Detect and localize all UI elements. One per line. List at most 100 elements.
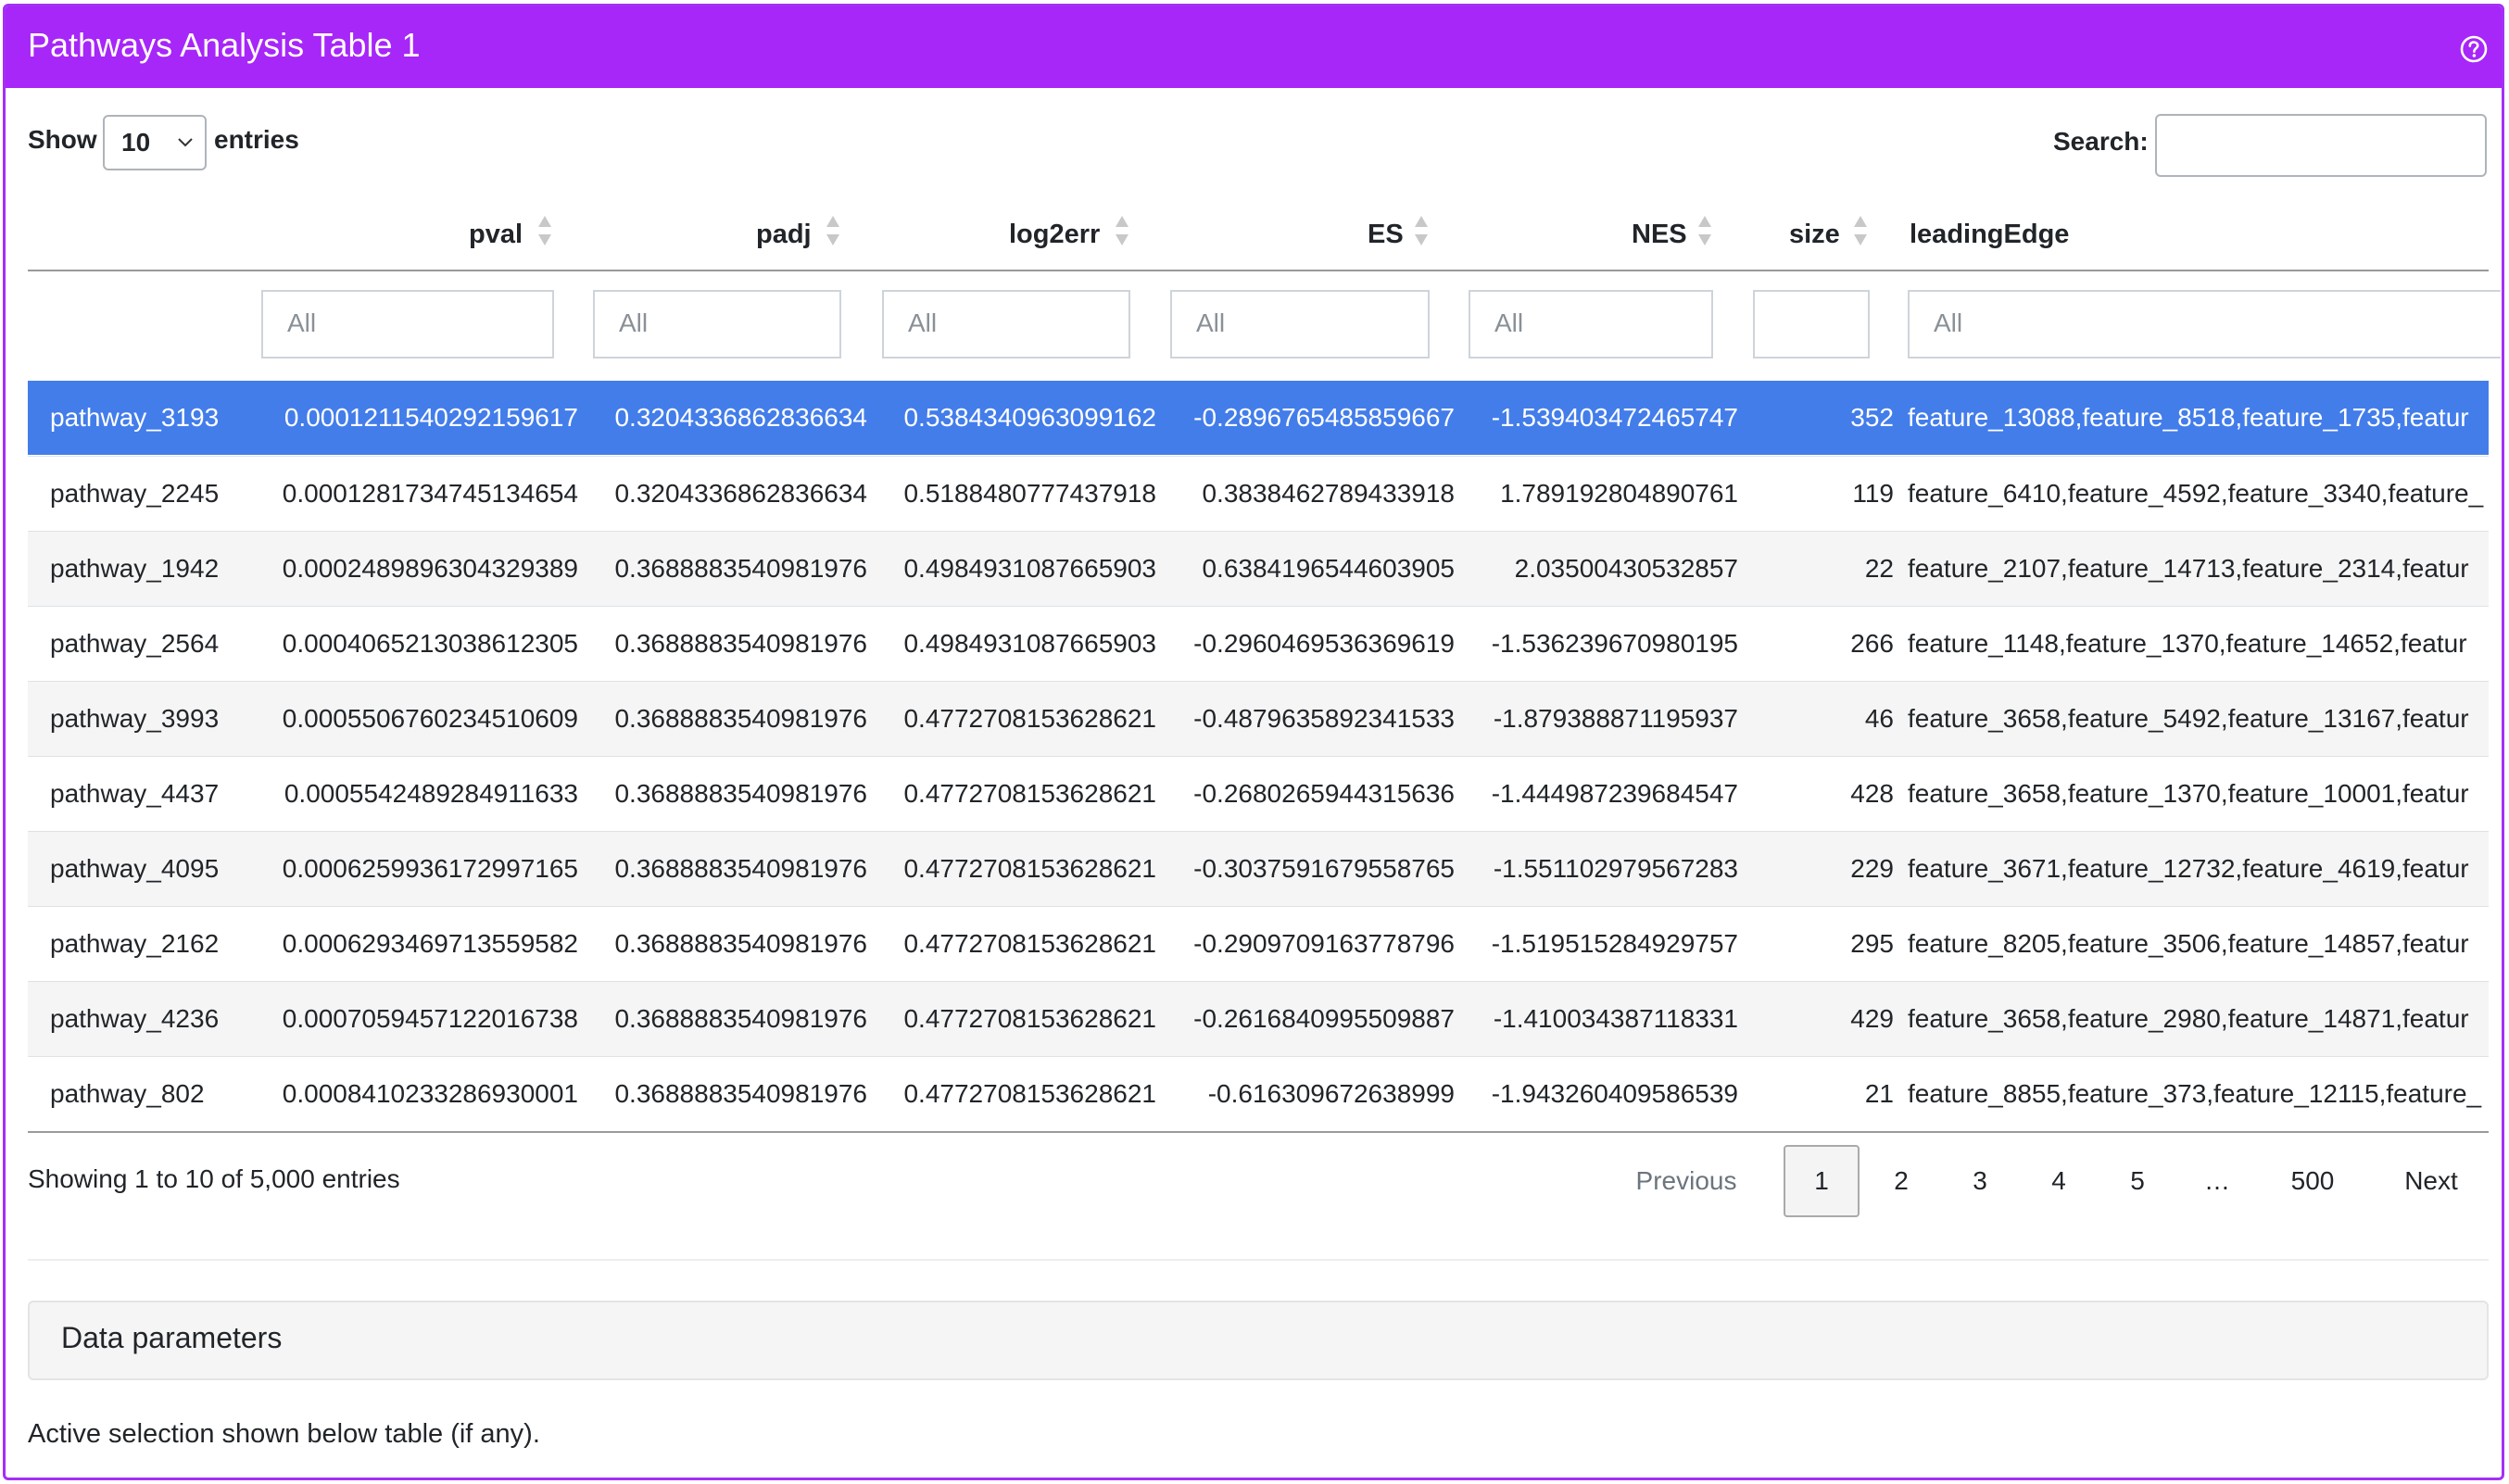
pathway-cell: pathway_3993 [50, 704, 220, 733]
pathway-cell: pathway_4095 [50, 854, 220, 883]
page-button-1[interactable]: 1 [1784, 1145, 1860, 1217]
sort-icon[interactable] [1696, 212, 1713, 249]
filter-size[interactable] [1753, 290, 1870, 358]
table-row[interactable]: pathway_2245 0.0001281734745134654 0.320… [28, 456, 2489, 531]
es-cell: -0.616309672638999 [1207, 1079, 1455, 1108]
table-row[interactable]: pathway_2564 0.0004065213038612305 0.368… [28, 606, 2489, 681]
column-header-log2err[interactable]: log2err [1009, 212, 1100, 257]
pathway-cell: pathway_1942 [50, 554, 220, 583]
next-page-button[interactable]: Next [2385, 1145, 2477, 1217]
filter-padj[interactable]: All [593, 290, 841, 358]
section-divider [28, 1259, 2489, 1261]
pathway-cell: pathway_2162 [50, 929, 220, 958]
es-cell: -0.4879635892341533 [1193, 704, 1455, 733]
es-cell: -0.2616840995509887 [1193, 1004, 1455, 1033]
previous-page-button[interactable]: Previous [1621, 1145, 1751, 1217]
log2err-cell: 0.4772708153628621 [903, 1079, 1156, 1108]
table-row[interactable]: pathway_4095 0.0006259936172997165 0.368… [28, 831, 2489, 906]
table-row[interactable]: pathway_2162 0.0006293469713559582 0.368… [28, 906, 2489, 981]
es-cell: -0.2680265944315636 [1193, 779, 1455, 808]
page-length-value: 10 [121, 128, 151, 157]
leadingedge-cell: feature_1148,feature_1370,feature_14652,… [1908, 629, 2467, 658]
data-parameters-accordion[interactable]: Data parameters [28, 1301, 2489, 1380]
filter-log2err[interactable]: All [882, 290, 1130, 358]
header-divider [28, 270, 2489, 271]
es-cell: 0.3838462789433918 [1202, 479, 1455, 508]
filter-placeholder: All [1494, 308, 1524, 337]
filter-nes[interactable]: All [1469, 290, 1713, 358]
leadingedge-cell: feature_8205,feature_3506,feature_14857,… [1908, 929, 2469, 958]
size-cell: 428 [1850, 779, 1894, 808]
page-button-500[interactable]: 500 [2266, 1145, 2359, 1217]
nes-cell: 1.789192804890761 [1500, 479, 1738, 508]
size-cell: 295 [1850, 929, 1894, 958]
search-input[interactable] [2155, 114, 2487, 177]
table-row[interactable]: pathway_4437 0.0005542489284911633 0.368… [28, 756, 2489, 831]
pval-cell: 0.0001281734745134654 [282, 479, 578, 508]
size-cell: 266 [1850, 629, 1894, 658]
filter-placeholder: All [1196, 308, 1226, 337]
nes-cell: -1.536239670980195 [1491, 629, 1738, 658]
column-label: ES [1368, 220, 1404, 249]
table-row[interactable]: pathway_802 0.0008410233286930001 0.3688… [28, 1056, 2489, 1131]
pathway-cell: pathway_4437 [50, 779, 220, 808]
es-cell: 0.6384196544603905 [1202, 554, 1455, 583]
selection-note: Active selection shown below table (if a… [28, 1419, 540, 1449]
entries-label: entries [214, 125, 299, 154]
size-cell: 229 [1850, 854, 1894, 883]
size-cell: 21 [1864, 1079, 1894, 1108]
table-row[interactable]: pathway_3993 0.0005506760234510609 0.368… [28, 681, 2489, 756]
column-label: size [1789, 220, 1840, 249]
pval-cell: 0.0006293469713559582 [282, 929, 578, 958]
padj-cell: 0.3688883540981976 [614, 1079, 867, 1108]
padj-cell: 0.3688883540981976 [614, 1004, 867, 1033]
leadingedge-cell: feature_3671,feature_12732,feature_4619,… [1908, 854, 2469, 883]
es-cell: -0.2896765485859667 [1193, 403, 1455, 432]
leadingedge-cell: feature_3658,feature_2980,feature_14871,… [1908, 1004, 2469, 1033]
nes-cell: -1.410034387118331 [1493, 1004, 1738, 1033]
page-button-4[interactable]: 4 [2021, 1145, 2097, 1217]
size-cell: 429 [1850, 1004, 1894, 1033]
column-header-pval[interactable]: pval [469, 212, 523, 257]
table-row[interactable]: pathway_1942 0.0002489896304329389 0.368… [28, 531, 2489, 606]
padj-cell: 0.3688883540981976 [614, 554, 867, 583]
page-length-select[interactable]: 10 [103, 115, 207, 170]
filter-es[interactable]: All [1170, 290, 1430, 358]
filter-pval[interactable]: All [261, 290, 554, 358]
pathway-cell: pathway_3193 [50, 403, 220, 432]
pagination-ellipsis: … [2204, 1166, 2230, 1195]
pathway-cell: pathway_4236 [50, 1004, 220, 1033]
page-button-5[interactable]: 5 [2099, 1145, 2175, 1217]
column-label: padj [756, 220, 812, 249]
padj-cell: 0.3688883540981976 [614, 779, 867, 808]
sort-icon[interactable] [825, 212, 841, 249]
padj-cell: 0.3688883540981976 [614, 629, 867, 658]
page-button-2[interactable]: 2 [1863, 1145, 1939, 1217]
question-circle-icon[interactable] [2459, 34, 2489, 64]
column-header-padj[interactable]: padj [756, 212, 812, 257]
sort-icon[interactable] [536, 212, 553, 249]
filter-placeholder: All [1934, 308, 1963, 337]
sort-icon[interactable] [1413, 212, 1430, 249]
padj-cell: 0.3688883540981976 [614, 929, 867, 958]
filter-placeholder: All [908, 308, 938, 337]
column-header-nes[interactable]: NES [1632, 212, 1687, 257]
table-row[interactable]: pathway_3193 0.0001211540292159617 0.320… [28, 381, 2489, 455]
filter-leadingedge[interactable]: All [1908, 290, 2501, 358]
log2err-cell: 0.4984931087665903 [903, 629, 1156, 658]
table-bottom-rule [28, 1131, 2489, 1133]
table-row[interactable]: pathway_4236 0.0007059457122016738 0.368… [28, 981, 2489, 1056]
log2err-cell: 0.4772708153628621 [903, 779, 1156, 808]
pval-cell: 0.0007059457122016738 [282, 1004, 578, 1033]
log2err-cell: 0.4772708153628621 [903, 854, 1156, 883]
column-header-es[interactable]: ES [1368, 212, 1404, 257]
log2err-cell: 0.4772708153628621 [903, 1004, 1156, 1033]
column-header-leadingedge[interactable]: leadingEdge [1910, 212, 2069, 257]
sort-icon[interactable] [1114, 212, 1130, 249]
sort-icon[interactable] [1852, 212, 1869, 249]
log2err-cell: 0.5384340963099162 [903, 403, 1156, 432]
size-cell: 119 [1852, 479, 1894, 508]
padj-cell: 0.3688883540981976 [614, 854, 867, 883]
page-button-3[interactable]: 3 [1942, 1145, 2018, 1217]
column-header-size[interactable]: size [1789, 212, 1840, 257]
